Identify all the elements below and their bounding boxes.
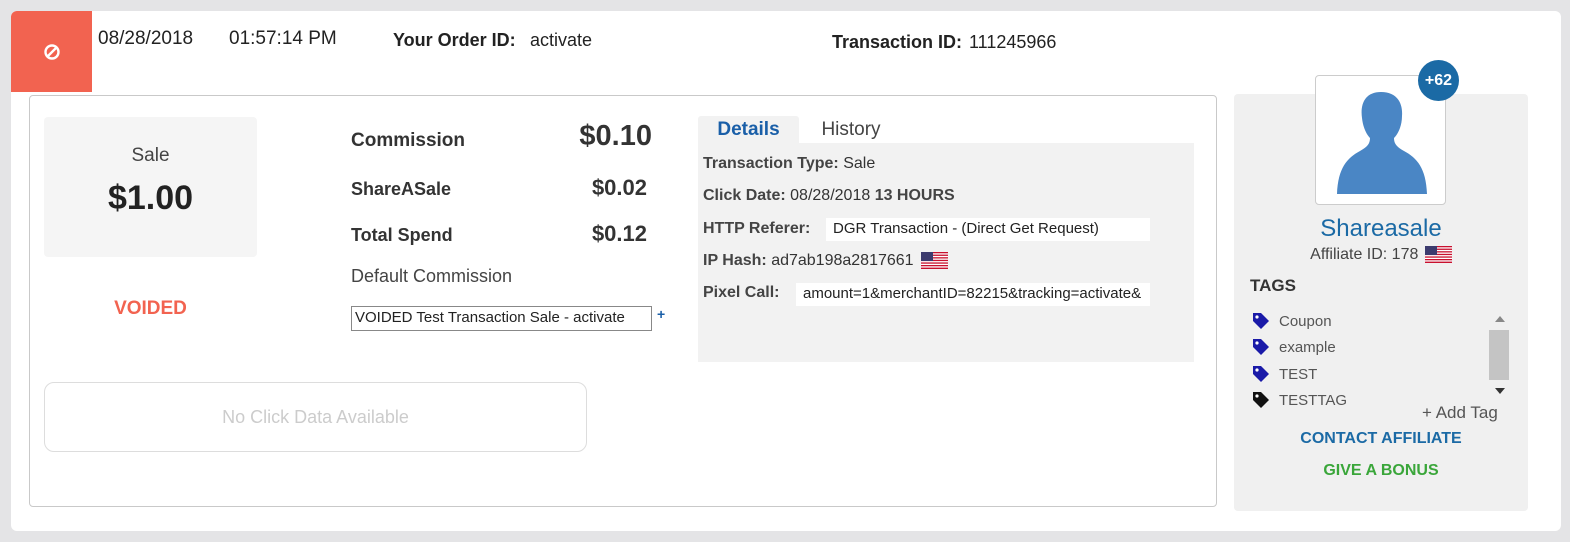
click-data-placeholder: No Click Data Available xyxy=(44,382,587,452)
add-note-button[interactable]: + xyxy=(657,306,665,322)
scroll-down-arrow-icon xyxy=(1495,388,1505,394)
sale-amount: $1.00 xyxy=(107,179,194,217)
tag-icon xyxy=(1253,339,1269,355)
us-flag-icon xyxy=(921,252,949,270)
transaction-type-row: Transaction Type: Sale xyxy=(703,155,876,172)
order-id-value: activate xyxy=(530,30,593,50)
pixel-call-label: Pixel Call: xyxy=(703,284,780,301)
commission-label: Commission xyxy=(351,130,466,151)
shareasale-fee-label: ShareASale xyxy=(351,179,452,199)
transaction-details-panel: Sale $1.00 VOIDED Commission $0.10 Share… xyxy=(29,95,1217,507)
http-referer-label: HTTP Referer: xyxy=(703,220,811,237)
tab-history[interactable]: History xyxy=(811,116,891,144)
scrollbar-track xyxy=(1489,316,1509,394)
us-flag-icon xyxy=(1424,246,1452,264)
tag-icon xyxy=(1253,366,1269,382)
affiliate-name-link[interactable]: Shareasale xyxy=(1234,215,1528,243)
affiliate-count-badge: +62 xyxy=(1418,60,1459,101)
details-pane: Transaction Type: Sale Click Date: 08/28… xyxy=(698,143,1194,362)
tag-item[interactable]: TEST xyxy=(1251,364,1317,384)
give-bonus-button[interactable]: GIVE A BONUS xyxy=(1234,462,1528,480)
transaction-date: 08/28/2018 xyxy=(98,28,194,49)
tag-icon xyxy=(1253,313,1269,329)
tag-item[interactable]: example xyxy=(1251,337,1336,357)
default-commission-label: Default Commission xyxy=(351,266,513,286)
tags-heading: TAGS xyxy=(1250,276,1296,295)
tags-scrollbar[interactable] xyxy=(1489,306,1511,394)
tag-item[interactable]: TESTTAG xyxy=(1251,390,1347,410)
scroll-up-arrow-icon xyxy=(1495,316,1505,322)
total-spend-label: Total Spend xyxy=(351,225,453,245)
shareasale-fee-value: $0.02 xyxy=(591,175,647,200)
click-date-row: Click Date: 08/28/2018 13 HOURS xyxy=(703,187,955,204)
transaction-time: 01:57:14 PM xyxy=(229,28,337,49)
add-tag-button[interactable]: + Add Tag xyxy=(1422,403,1498,423)
sale-summary: Sale $1.00 xyxy=(44,117,257,257)
tag-item[interactable]: Coupon xyxy=(1251,311,1332,331)
total-spend-value: $0.12 xyxy=(591,221,647,246)
ip-hash-row: IP Hash: ad7ab198a2817661 xyxy=(703,252,949,270)
commission-value: $0.10 xyxy=(579,120,652,152)
tab-details[interactable]: Details xyxy=(698,116,799,144)
status-badge: VOIDED xyxy=(114,298,187,319)
affiliate-id: Affiliate ID: 178 xyxy=(1234,246,1528,264)
pixel-call-field[interactable]: amount=1&merchantID=82215&tracking=activ… xyxy=(796,283,1150,306)
void-button[interactable] xyxy=(11,11,92,92)
void-circle-slash-icon xyxy=(43,43,60,60)
transaction-id-value: 111245966 xyxy=(969,32,1057,52)
contact-affiliate-button[interactable]: CONTACT AFFILIATE xyxy=(1234,430,1528,448)
scrollbar-thumb xyxy=(1489,330,1509,380)
http-referer-field[interactable]: DGR Transaction - (Direct Get Request) xyxy=(826,218,1150,241)
transaction-note-input[interactable]: VOIDED Test Transaction Sale - activate xyxy=(351,306,652,331)
tag-icon xyxy=(1253,392,1269,408)
transaction-id-label: Transaction ID: xyxy=(832,32,963,52)
order-id-label: Your Order ID: xyxy=(393,30,516,50)
sale-label: Sale xyxy=(131,145,170,166)
